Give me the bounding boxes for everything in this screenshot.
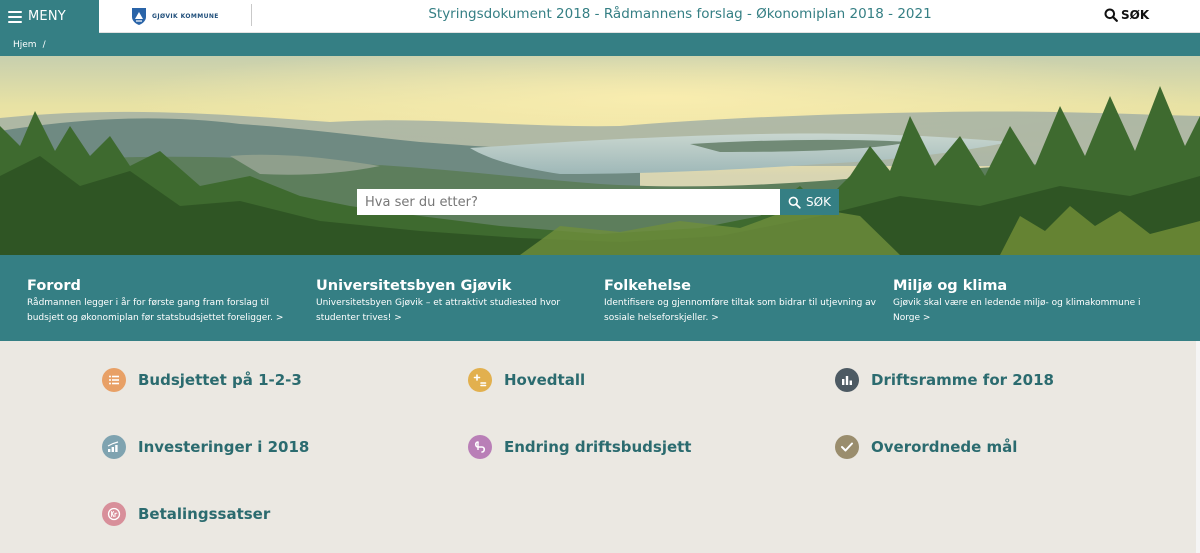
top-bar: MENY GJØVIK KOMMUNE Styringsdokument 201… [0,0,1200,33]
search-icon [788,196,801,209]
feature-miljo-og-klima[interactable]: Miljø og klima Gjøvik skal være en leden… [893,277,1168,326]
document-title: Styringsdokument 2018 - Rådmannens forsl… [428,6,932,22]
hero-search: SØK [357,189,839,215]
growth-chart-icon [102,435,126,459]
search-icon [1104,8,1118,22]
header-search-button[interactable]: SØK [1104,6,1149,24]
link-budsjettet-pa-1-2-3[interactable]: Budsjettet på 1-2-3 [102,368,302,392]
link-label[interactable]: Budsjettet på 1-2-3 [138,371,302,389]
link-label[interactable]: Investeringer i 2018 [138,438,309,456]
link-driftsramme-for-2018[interactable]: Driftsramme for 2018 [835,368,1054,392]
menu-button[interactable]: MENY [0,0,99,33]
feature-description[interactable]: Rådmannen legger i år for første gang fr… [27,296,302,326]
link-endring-driftsbudsjett[interactable]: Endring driftsbudsjett [468,435,691,459]
hero-search-input[interactable] [357,189,780,215]
landscape-image [0,56,1200,255]
hamburger-icon [8,10,22,23]
feature-forord[interactable]: Forord Rådmannen legger i år for første … [27,277,302,326]
hero-search-button[interactable]: SØK [780,189,839,215]
coat-of-arms-icon [132,8,146,25]
feature-title[interactable]: Forord [27,277,302,295]
link-label[interactable]: Betalingssatser [138,505,270,523]
feature-title[interactable]: Folkehelse [604,277,879,295]
feature-folkehelse[interactable]: Folkehelse Identifisere og gjennomføre t… [604,277,879,326]
breadcrumb-home[interactable]: Hjem [13,40,37,50]
bar-chart-icon [835,368,859,392]
link-label[interactable]: Driftsramme for 2018 [871,371,1054,389]
feature-title[interactable]: Universitetsbyen Gjøvik [316,277,591,295]
breadcrumb: Hjem / [0,33,1200,56]
link-betalingssatser[interactable]: Betalingssatser [102,502,270,526]
feature-title[interactable]: Miljø og klima [893,277,1168,295]
hero-banner: SØK [0,56,1200,255]
feature-description[interactable]: Universitetsbyen Gjøvik – et attraktivt … [316,296,591,326]
breadcrumb-separator: / [42,39,46,50]
wave-icon [468,435,492,459]
list-icon [102,368,126,392]
plus-minus-icon [468,368,492,392]
link-investeringer-i-2018[interactable]: Investeringer i 2018 [102,435,309,459]
feature-band: Forord Rådmannen legger i år for første … [0,255,1200,341]
hero-search-label: SØK [806,195,831,209]
link-label[interactable]: Endring driftsbudsjett [504,438,691,456]
feature-description[interactable]: Identifisere og gjennomføre tiltak som b… [604,296,879,326]
logo-text: GJØVIK KOMMUNE [152,13,219,20]
link-hovedtall[interactable]: Hovedtall [468,368,585,392]
municipality-logo[interactable]: GJØVIK KOMMUNE [131,6,219,27]
check-icon [835,435,859,459]
header-search-label: SØK [1121,8,1150,22]
menu-label: MENY [28,9,66,24]
kr-coin-icon [102,502,126,526]
feature-description[interactable]: Gjøvik skal være en ledende miljø- og kl… [893,296,1168,326]
quick-links-grid: Budsjettet på 1-2-3 Hovedtall Driftsramm… [0,341,1196,553]
page-scrollbar[interactable] [1196,341,1200,553]
feature-universitetsbyen[interactable]: Universitetsbyen Gjøvik Universitetsbyen… [316,277,591,326]
link-label[interactable]: Overordnede mål [871,438,1017,456]
link-label[interactable]: Hovedtall [504,371,585,389]
link-overordnede-mal[interactable]: Overordnede mål [835,435,1017,459]
